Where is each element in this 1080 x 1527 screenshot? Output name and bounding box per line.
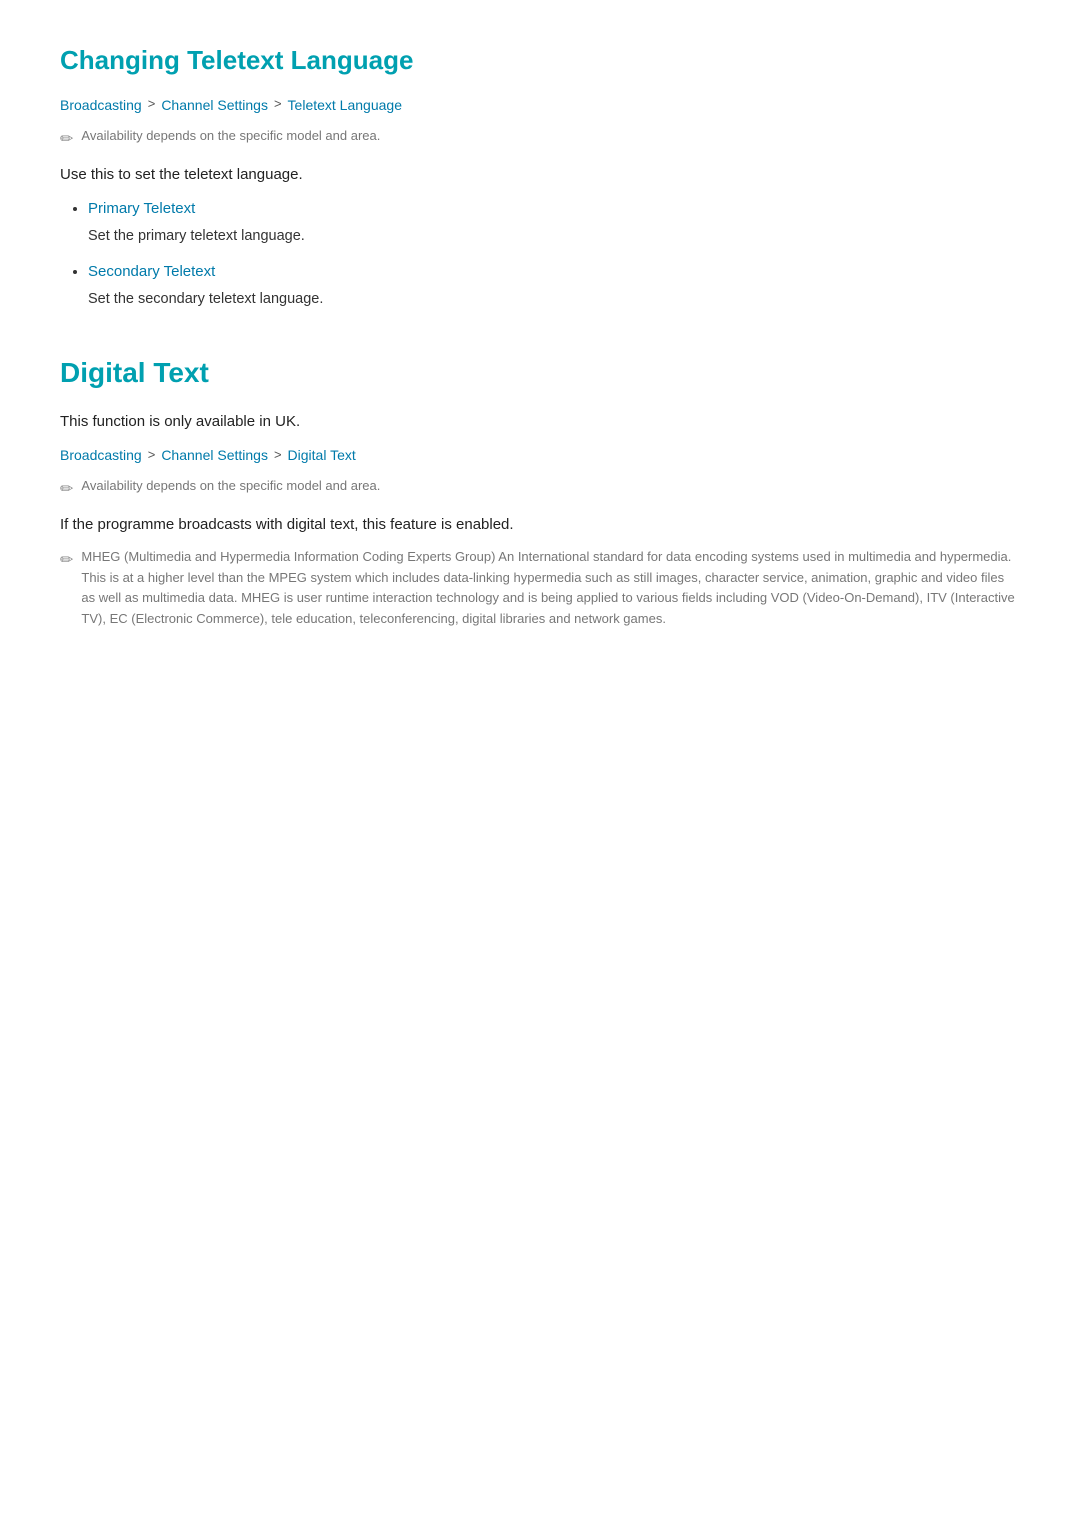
note-block-2: ✏ Availability depends on the specific m… [60,476,1020,503]
breadcrumb-sep2-1: > [274,94,282,115]
breadcrumb-sep1-2: > [148,445,156,466]
primary-teletext-link[interactable]: Primary Teletext [88,200,195,217]
breadcrumb-2: Broadcasting > Channel Settings > Digita… [60,444,1020,466]
list-item-primary-teletext: Primary Teletext Set the primary teletex… [88,197,1020,248]
note-block-1: ✏ Availability depends on the specific m… [60,126,1020,153]
secondary-teletext-link[interactable]: Secondary Teletext [88,263,215,280]
pencil-icon-3: ✏ [60,548,73,574]
section2-body-text: If the programme broadcasts with digital… [60,513,1020,537]
breadcrumb-1: Broadcasting > Channel Settings > Telete… [60,94,1020,116]
breadcrumb-sep2-2: > [274,445,282,466]
note-text-mheg: MHEG (Multimedia and Hypermedia Informat… [81,547,1020,630]
breadcrumb-teletext-language[interactable]: Teletext Language [288,94,402,116]
breadcrumb-broadcasting-2[interactable]: Broadcasting [60,444,142,466]
section2-intro: This function is only available in UK. [60,410,1020,434]
teletext-bullet-list: Primary Teletext Set the primary teletex… [88,197,1020,311]
note-text-1: Availability depends on the specific mod… [81,126,380,147]
section-digital-text: Digital Text This function is only avail… [60,351,1020,630]
breadcrumb-sep1-1: > [148,94,156,115]
breadcrumb-channel-settings-1[interactable]: Channel Settings [161,94,268,116]
secondary-teletext-desc: Set the secondary teletext language. [88,288,1020,311]
breadcrumb-broadcasting-1[interactable]: Broadcasting [60,94,142,116]
primary-teletext-desc: Set the primary teletext language. [88,225,1020,248]
pencil-icon-1: ✏ [60,127,73,153]
breadcrumb-digital-text[interactable]: Digital Text [288,444,356,466]
list-item-secondary-teletext: Secondary Teletext Set the secondary tel… [88,260,1020,311]
section2-title: Digital Text [60,351,1020,396]
pencil-icon-2: ✏ [60,477,73,503]
section1-intro: Use this to set the teletext language. [60,163,1020,187]
note-text-2: Availability depends on the specific mod… [81,476,380,497]
note-block-mheg: ✏ MHEG (Multimedia and Hypermedia Inform… [60,547,1020,630]
breadcrumb-channel-settings-2[interactable]: Channel Settings [161,444,268,466]
section-teletext-language: Changing Teletext Language Broadcasting … [60,40,1020,311]
section1-title: Changing Teletext Language [60,40,1020,82]
